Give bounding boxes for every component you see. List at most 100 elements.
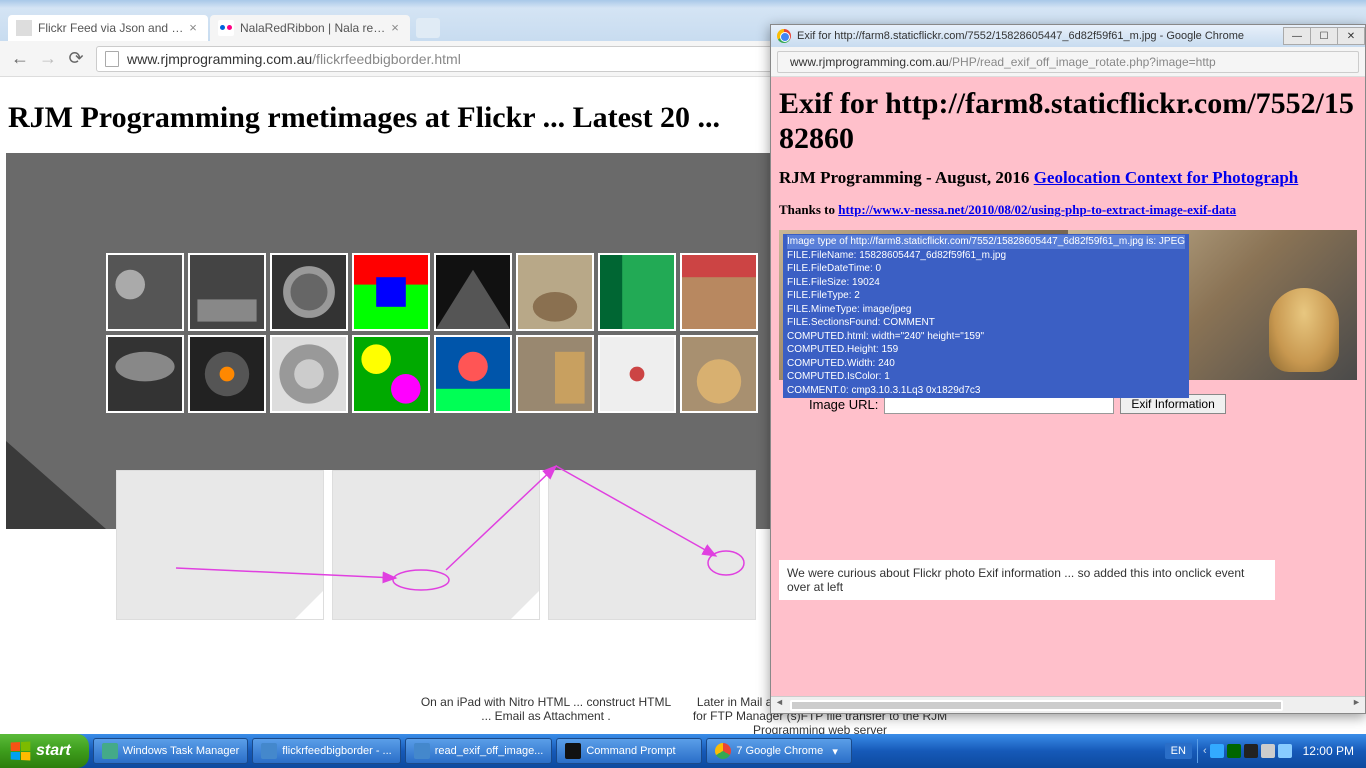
app-icon xyxy=(414,743,430,759)
widget-fold-icon xyxy=(6,441,106,529)
start-button[interactable]: start xyxy=(0,734,89,768)
taskbar-item[interactable]: Windows Task Manager xyxy=(93,738,249,764)
scroll-track[interactable] xyxy=(788,697,1348,713)
tab-flickr-feed[interactable]: Flickr Feed via Json and jQu × xyxy=(8,15,208,41)
task-label: Command Prompt xyxy=(586,745,675,757)
app-icon xyxy=(261,743,277,759)
tray-separator xyxy=(1197,739,1198,763)
taskbar-item[interactable]: flickrfeedbigborder - ... xyxy=(252,738,400,764)
exif-line: FILE.FileDateTime: 0 xyxy=(787,262,1185,276)
exif-line: COMPUTED.Height: 159 xyxy=(787,343,1185,357)
back-button[interactable]: ← xyxy=(6,45,34,73)
thumbnail[interactable] xyxy=(188,253,266,331)
footer-note: We were curious about Flickr photo Exif … xyxy=(779,560,1275,600)
tutorial-panel-3 xyxy=(548,470,756,620)
thumbnail[interactable] xyxy=(270,335,348,413)
url-domain: www.rjmprogramming.com.au xyxy=(127,51,312,67)
task-label: read_exif_off_image... xyxy=(435,745,544,757)
forward-button[interactable]: → xyxy=(34,45,62,73)
exif-line: COMPUTED.Width: 240 xyxy=(787,357,1185,371)
sw-url-path: /PHP/read_exif_off_image_rotate.php?imag… xyxy=(949,55,1216,69)
exif-browser-window: Exif for http://farm8.staticflickr.com/7… xyxy=(770,24,1366,714)
tab-title: Flickr Feed via Json and jQu xyxy=(38,21,186,35)
thumbnail[interactable] xyxy=(516,335,594,413)
exif-line: FILE.FileSize: 19024 xyxy=(787,276,1185,290)
windows-flag-icon xyxy=(11,742,31,761)
tab-nala[interactable]: NalaRedRibbon | Nala ready × xyxy=(210,15,410,41)
windows-taskbar: start Windows Task Manager flickrfeedbig… xyxy=(0,734,1366,768)
app-icon xyxy=(565,743,581,759)
thumbnail[interactable] xyxy=(680,335,758,413)
thumbnail[interactable] xyxy=(270,253,348,331)
thumbnail[interactable] xyxy=(188,335,266,413)
language-indicator[interactable]: EN xyxy=(1165,743,1192,759)
reload-button[interactable]: ⟳ xyxy=(62,45,90,73)
exif-line: COMPUTED.html: width="240" height="159" xyxy=(787,330,1185,344)
form-label: Image URL: xyxy=(809,397,878,412)
thumbnail[interactable] xyxy=(598,253,676,331)
task-label: flickrfeedbigborder - ... xyxy=(282,745,391,757)
sw-titlebar[interactable]: Exif for http://farm8.staticflickr.com/7… xyxy=(771,25,1365,47)
exif-heading: Exif for http://farm8.staticflickr.com/7… xyxy=(779,87,1357,156)
thumbnail[interactable] xyxy=(352,335,430,413)
chevron-down-icon[interactable]: ▾ xyxy=(828,745,842,758)
thumbnail[interactable] xyxy=(598,335,676,413)
chrome-icon xyxy=(715,743,731,759)
thumbnail[interactable] xyxy=(516,253,594,331)
thumbnail[interactable] xyxy=(434,253,512,331)
sw-close-button[interactable]: ✕ xyxy=(1337,27,1365,45)
app-icon xyxy=(102,743,118,759)
thumbnail[interactable] xyxy=(106,253,184,331)
thumbnail[interactable] xyxy=(352,253,430,331)
taskbar-item[interactable]: Command Prompt xyxy=(556,738,702,764)
exif-line: COMMENT.0: cmp3.10.3.1Lq3 0x1829d7c3 xyxy=(787,384,1185,398)
page-icon xyxy=(105,51,119,67)
caption-left: On an iPad with Nitro HTML ... construct… xyxy=(416,695,676,734)
exif-line: FILE.MimeType: image/jpeg xyxy=(787,303,1185,317)
exif-line: Image type of http://farm8.staticflickr.… xyxy=(787,235,1185,249)
tab-close-icon[interactable]: × xyxy=(388,21,402,35)
tutorial-panel-1 xyxy=(116,470,324,620)
geolocation-link[interactable]: Geolocation Context for Photograph xyxy=(1034,168,1299,187)
tutorial-panel-2 xyxy=(332,470,540,620)
taskbar-item[interactable]: 7 Google Chrome▾ xyxy=(706,738,852,764)
horizontal-scrollbar[interactable]: ◄ ► xyxy=(771,696,1365,713)
thanks-line: Thanks to http://www.v-nessa.net/2010/08… xyxy=(779,202,1357,218)
sw-url-domain: www.rjmprogramming.com.au xyxy=(790,55,949,69)
sw-title-text: Exif for http://farm8.staticflickr.com/7… xyxy=(797,30,1284,42)
exif-line: FILE.FileName: 15828605447_6d82f59f61_m.… xyxy=(787,249,1185,263)
sw-window-controls: — ☐ ✕ xyxy=(1284,27,1365,45)
thanks-prefix: Thanks to xyxy=(779,202,838,217)
tray-expand-icon[interactable]: ‹ xyxy=(1203,745,1207,757)
start-label: start xyxy=(36,742,71,760)
tutorial-panels xyxy=(116,470,756,620)
clock[interactable]: 12:00 PM xyxy=(1295,744,1362,758)
task-label: Windows Task Manager xyxy=(123,745,240,757)
tray-shield-icon[interactable] xyxy=(1227,744,1241,758)
thumbnail[interactable] xyxy=(434,335,512,413)
favicon-generic-icon xyxy=(16,20,32,36)
exif-data-overlay: Image type of http://farm8.staticflickr.… xyxy=(783,234,1189,398)
sw-address-bar[interactable]: www.rjmprogramming.com.au/PHP/read_exif_… xyxy=(777,51,1359,73)
chrome-icon xyxy=(777,29,791,43)
scroll-left-icon[interactable]: ◄ xyxy=(771,697,788,713)
window-titlebar[interactable] xyxy=(0,0,1366,8)
tray-monitor-icon[interactable] xyxy=(1210,744,1224,758)
sub-prefix: RJM Programming - August, 2016 xyxy=(779,168,1034,187)
exif-page-body: Exif for http://farm8.staticflickr.com/7… xyxy=(771,77,1365,696)
taskbar-item[interactable]: read_exif_off_image... xyxy=(405,738,553,764)
scroll-right-icon[interactable]: ► xyxy=(1348,697,1365,713)
thanks-link[interactable]: http://www.v-nessa.net/2010/08/02/using-… xyxy=(838,202,1236,217)
tab-close-icon[interactable]: × xyxy=(186,21,200,35)
sw-minimize-button[interactable]: — xyxy=(1283,27,1311,45)
thumbnail[interactable] xyxy=(106,335,184,413)
url-path: /flickrfeedbigborder.html xyxy=(312,51,461,67)
tray-volume-icon[interactable] xyxy=(1278,744,1292,758)
thumbnail[interactable] xyxy=(680,253,758,331)
tray-app-icon[interactable] xyxy=(1244,744,1258,758)
scroll-thumb[interactable] xyxy=(790,700,1283,711)
exif-image-box: Image type of http://farm8.staticflickr.… xyxy=(779,230,1357,380)
sw-maximize-button[interactable]: ☐ xyxy=(1310,27,1338,45)
new-tab-button[interactable] xyxy=(416,18,440,38)
tray-keyboard-icon[interactable] xyxy=(1261,744,1275,758)
